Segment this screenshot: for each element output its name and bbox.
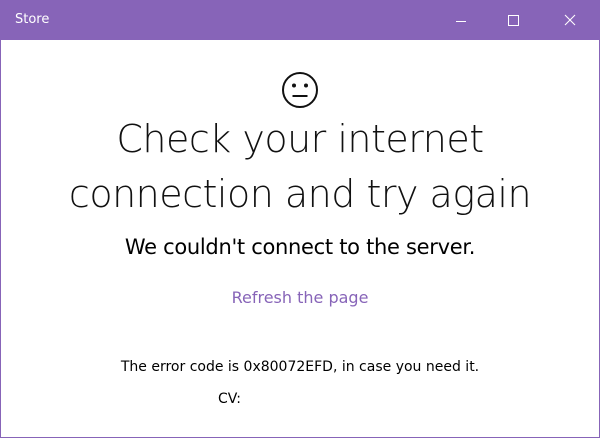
- refresh-page-link[interactable]: Refresh the page: [232, 288, 369, 307]
- error-page: Check your internet connection and try a…: [1, 40, 599, 437]
- store-window: Store Check your internet connection and…: [0, 0, 600, 438]
- title-bar[interactable]: Store: [1, 1, 599, 40]
- maximize-icon: [508, 15, 519, 26]
- minimize-icon: [456, 21, 466, 22]
- error-code-text: The error code is 0x80072EFD, in case yo…: [120, 359, 480, 375]
- refresh-link-row: Refresh the page: [1, 286, 599, 310]
- window-title: Store: [15, 12, 50, 27]
- maximize-button[interactable]: [490, 1, 536, 40]
- close-icon: [564, 14, 576, 26]
- headline-line-2: connection and try again: [68, 172, 532, 216]
- error-subheading: We couldn't connect to the server.: [124, 235, 476, 259]
- cv-label: CV:: [218, 391, 241, 407]
- error-headline: Check your internet connection and try a…: [1, 112, 599, 222]
- headline-line-1: Check your internet: [116, 117, 484, 161]
- neutral-face-icon: [282, 72, 318, 108]
- minimize-button[interactable]: [438, 1, 484, 40]
- close-button[interactable]: [546, 1, 592, 40]
